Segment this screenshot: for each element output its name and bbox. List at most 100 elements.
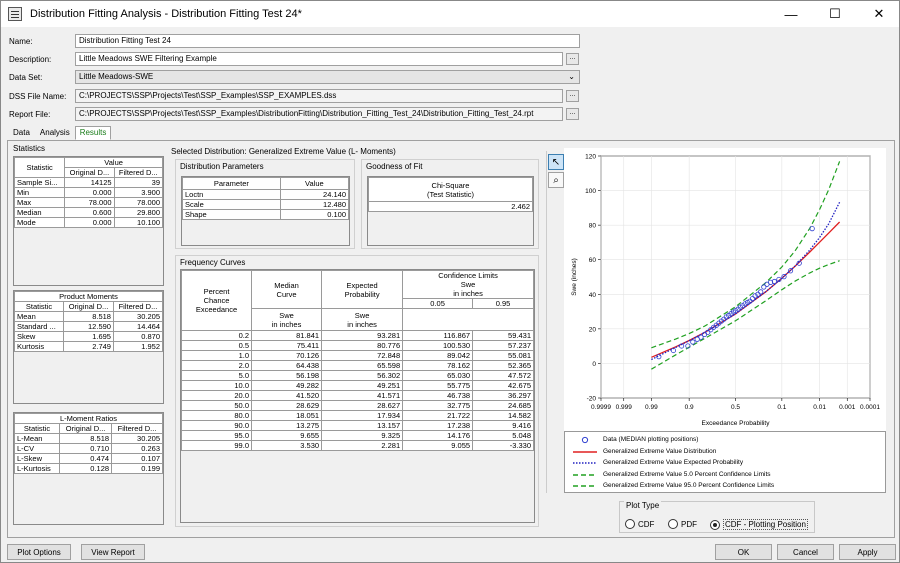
tab-results[interactable]: Results	[74, 126, 112, 140]
table-cell: 0.5	[181, 340, 252, 351]
x-tick-label: 0.9999	[591, 404, 611, 411]
table-cell: 30.205	[112, 311, 163, 322]
ok-button[interactable]: OK	[715, 544, 772, 560]
table-cell: 14.176	[402, 430, 474, 441]
param-value-header: Value	[279, 177, 349, 190]
table-row: 10.0 49.282 49.251 55.775 42.675	[181, 380, 534, 391]
tab-data[interactable]: Data	[8, 126, 35, 140]
gof-table: Chi-Square (Test Statistic) 2.462	[368, 177, 533, 212]
name-row: Name:	[9, 34, 75, 48]
table-row: Skew 1.695 0.870	[14, 331, 163, 342]
table-cell: 5.048	[472, 430, 534, 441]
lmoment-table: L-Moment Ratios Statistic Original D... Fi…	[14, 413, 163, 474]
minimize-button[interactable]: —	[769, 1, 813, 27]
table-row: 1.0 70.126 72.848 89.042 55.081	[181, 350, 534, 361]
product-moments-table: Product Moments Statistic Original D... Fi…	[14, 291, 163, 352]
table-cell: Loctn	[182, 189, 281, 200]
cl-095-header: 0.95	[472, 298, 534, 309]
table-cell: Min	[14, 187, 66, 198]
description-input[interactable]: Little Meadows SWE Filtering Example	[75, 52, 563, 66]
y-tick-label: 40	[589, 292, 597, 299]
radio-pdf[interactable]: PDF	[668, 519, 697, 529]
median-header: Median Curve	[250, 270, 323, 309]
y-tick-label: 60	[589, 257, 597, 264]
table-cell: 24.140	[279, 189, 349, 200]
dialog-window: Distribution Fitting Analysis - Distribu…	[0, 0, 900, 563]
table-cell: 0.199	[111, 463, 163, 474]
maximize-button[interactable]: ☐	[813, 1, 857, 27]
table-cell: 17.238	[402, 420, 474, 431]
tool-divider	[546, 151, 547, 493]
cl-h1: Confidence Limits	[438, 271, 498, 280]
radio-cdf[interactable]: CDF	[625, 519, 654, 529]
solid-line-icon	[571, 448, 599, 456]
y-tick-label: 0	[592, 361, 596, 368]
gof-box: Chi-Square (Test Statistic) 2.462	[367, 176, 534, 246]
plot-type-group: Plot Type CDF PDF CDF - Plotting Positio…	[619, 501, 815, 533]
tab-analysis[interactable]: Analysis	[35, 126, 75, 140]
name-input[interactable]: Distribution Fitting Test 24	[75, 34, 580, 48]
pointer-tool-button[interactable]: ↖	[548, 154, 564, 170]
median-h3: Swe	[279, 310, 294, 320]
chi-square-header: Chi-Square (Test Statistic)	[368, 177, 533, 202]
y-tick-label: 20	[589, 326, 597, 333]
frequency-plot[interactable]: -20 0 20 40 60 80 100 120 0.9999 0.999 0.99 0.9 0.5 0…	[564, 148, 886, 448]
freq-group: Frequency Curves Percent Chance Exceedance…	[175, 255, 539, 527]
exp-h2: Probability	[344, 289, 380, 299]
legend-label-cl5: Generalized Extreme Value 5.0 Percent Co…	[603, 471, 771, 478]
median-h4: in inches	[271, 319, 302, 329]
dataset-value: Little Meadows-SWE	[79, 72, 154, 81]
y-tick-label: 80	[589, 223, 597, 230]
dss-browse-button[interactable]: ...	[566, 90, 579, 102]
expected-header: Expected Probability	[321, 270, 404, 309]
lm-stat-header: Statistic	[14, 423, 61, 434]
dss-file-input[interactable]: C:\PROJECTS\SSP\Projects\Test\SSP_Exampl…	[75, 89, 563, 103]
pm-stat-header: Statistic	[14, 301, 65, 312]
lm-filt-header: Filtered D...	[111, 423, 163, 434]
selected-distribution-label: Selected Distribution: Generalized Extre…	[171, 147, 396, 156]
close-button[interactable]: ✕	[857, 1, 900, 27]
table-cell: 55.081	[472, 350, 534, 361]
table-row: 80.0 18.051 17.934 21.722 14.582	[181, 410, 534, 421]
tab-bar: Data Analysis Results	[8, 126, 112, 140]
product-moments-title: Product Moments	[14, 291, 163, 302]
statistics-table: Statistic Value Original D... Filtered D..…	[14, 157, 163, 228]
view-report-button[interactable]: View Report	[81, 544, 145, 560]
plot-options-button[interactable]: Plot Options	[7, 544, 71, 560]
table-cell: 57.237	[472, 340, 534, 351]
dist-params-title: Distribution Parameters	[180, 162, 264, 171]
radio-cdfpp-label: CDF - Plotting Position	[723, 519, 808, 530]
cl-005-header: 0.05	[402, 298, 474, 309]
table-cell: 10.100	[113, 217, 163, 228]
zoom-tool-button[interactable]: ⌕	[548, 172, 564, 188]
cancel-button[interactable]: Cancel	[777, 544, 834, 560]
table-cell: 10.0	[181, 380, 252, 391]
table-cell: 56.198	[250, 370, 323, 381]
apply-button[interactable]: Apply	[839, 544, 896, 560]
table-cell: L-Kurtosis	[14, 463, 61, 474]
radio-circle	[625, 519, 635, 529]
report-file-input[interactable]: C:\PROJECTS\SSP\Projects\Test\SSP_Exampl…	[75, 107, 563, 121]
freq-title: Frequency Curves	[180, 258, 246, 267]
radio-cdf-plotting-position[interactable]: CDF - Plotting Position	[710, 519, 808, 530]
dss-label: DSS File Name:	[9, 91, 67, 101]
pce-h3: Exceedance	[195, 305, 238, 314]
chi-square-h1: Chi-Square	[431, 180, 470, 190]
table-cell: 20.0	[181, 390, 252, 401]
circle-marker-icon	[571, 436, 599, 444]
table-cell: 3.900	[113, 187, 163, 198]
value-header: Value	[64, 157, 163, 168]
table-row: Mean 8.518 30.205	[14, 311, 163, 322]
description-browse-button[interactable]: ...	[566, 53, 579, 65]
table-cell: 75.411	[250, 340, 323, 351]
report-browse-button[interactable]: ...	[566, 108, 579, 120]
table-cell: 1.952	[112, 341, 163, 352]
table-cell: 49.282	[250, 380, 323, 391]
table-cell: 2.749	[63, 341, 114, 352]
table-cell: 24.685	[472, 400, 534, 411]
table-cell: 0.100	[279, 209, 349, 220]
table-row: Kurtosis 2.749 1.952	[14, 341, 163, 352]
dashed-line-icon	[571, 471, 599, 479]
dataset-select[interactable]: Little Meadows-SWE ⌄	[75, 70, 580, 84]
report-label: Report File:	[9, 109, 51, 119]
